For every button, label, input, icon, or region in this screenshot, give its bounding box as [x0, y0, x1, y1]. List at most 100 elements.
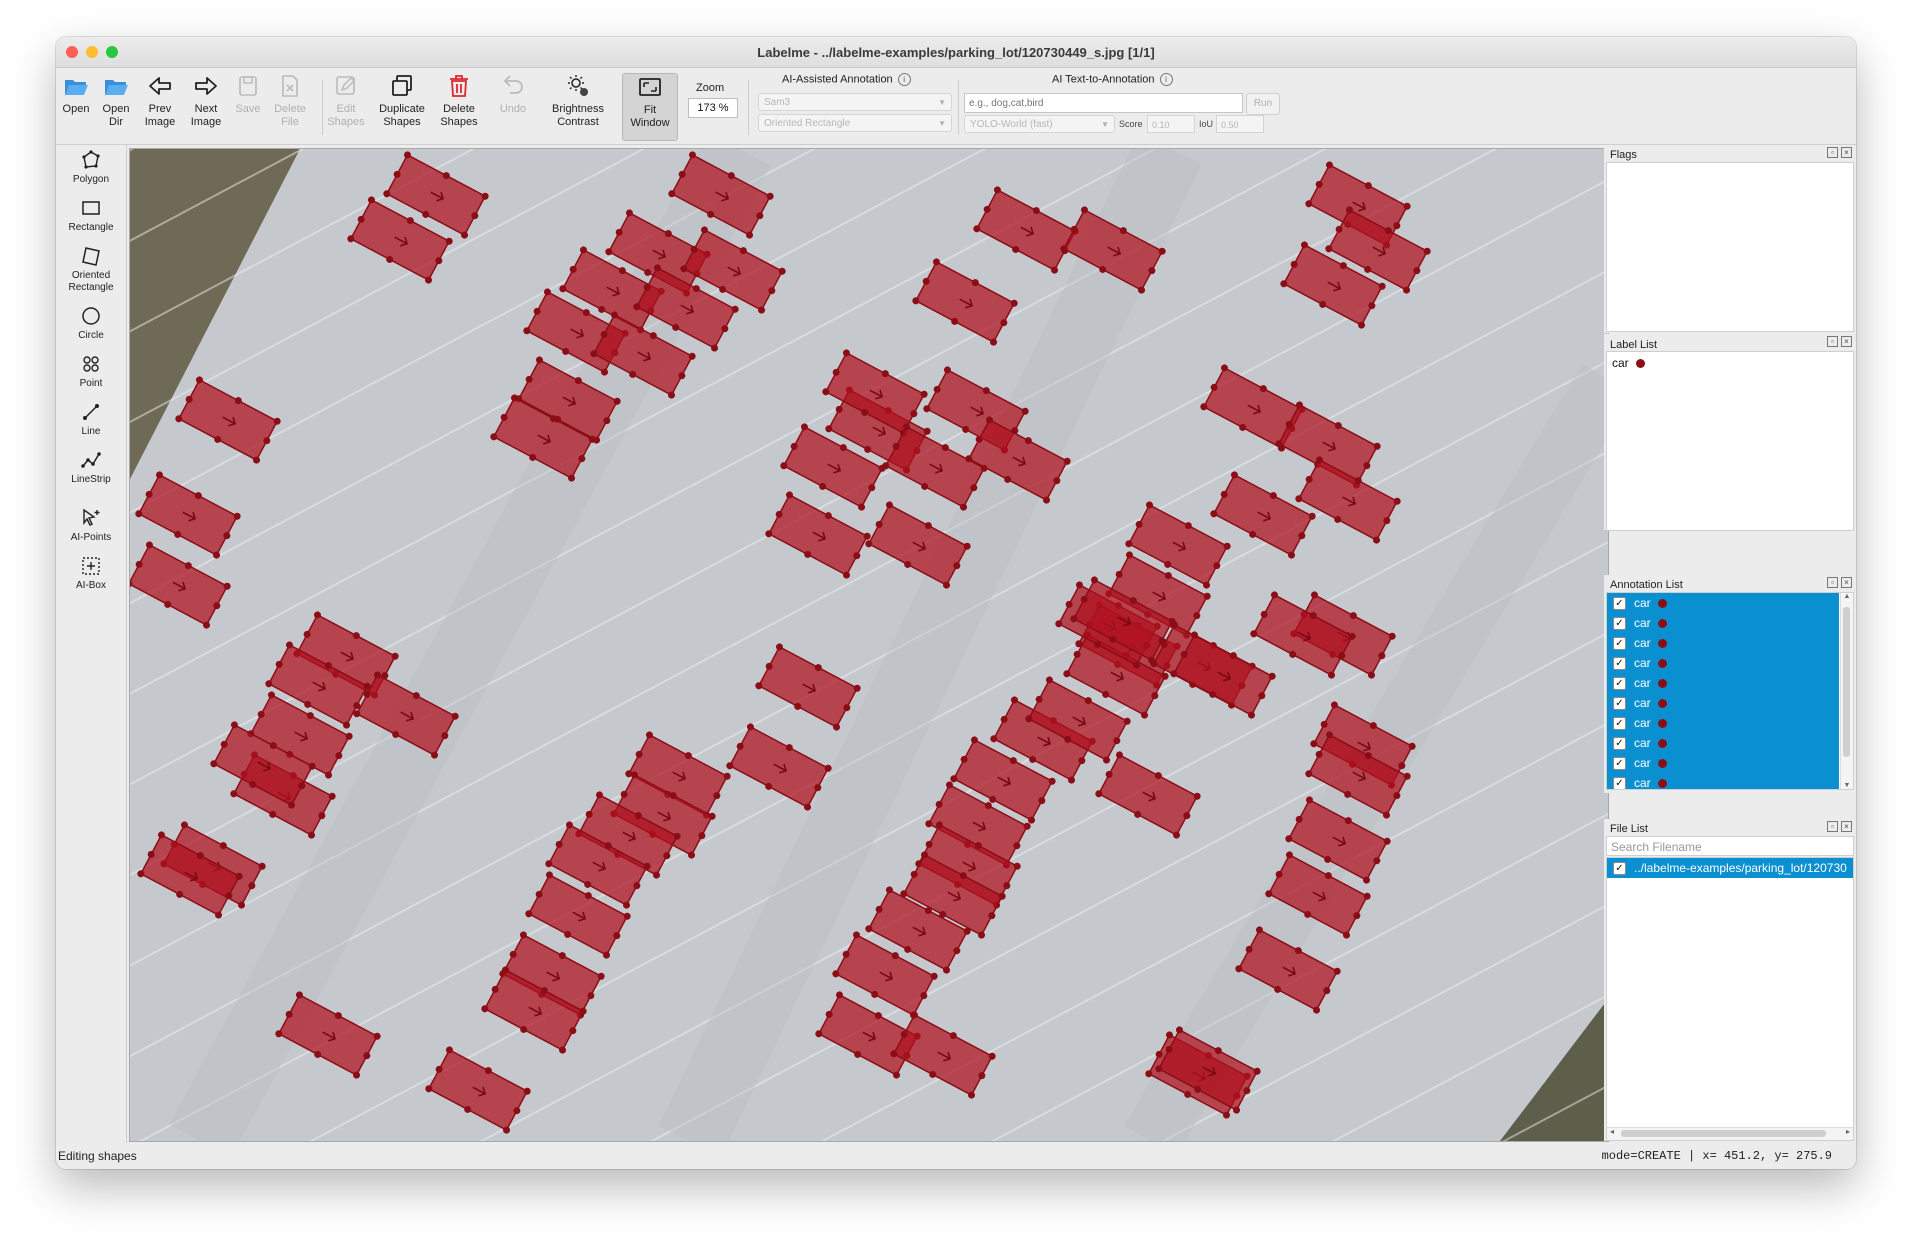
- edit-icon: [336, 76, 355, 95]
- annotation-checkbox[interactable]: ✓: [1613, 736, 1626, 750]
- point-tool[interactable]: Point: [56, 353, 126, 390]
- annotation-color-swatch: [1657, 618, 1667, 628]
- save-button[interactable]: Save: [230, 73, 266, 139]
- annotation-list[interactable]: ✓ car ✓ car ✓ car ✓ car ✓ car ✓ car ✓ car ✓ car ✓ car ✓ car…: [1606, 592, 1854, 790]
- file-list-hscrollbar[interactable]: ◂ ▸: [1607, 1127, 1853, 1140]
- line-tool[interactable]: Line: [56, 401, 126, 438]
- annotation-checkbox[interactable]: ✓: [1613, 636, 1626, 650]
- annotation-rows: ✓ car ✓ car ✓ car ✓ car ✓ car ✓ car ✓ car ✓ car ✓ car ✓ car: [1607, 593, 1839, 789]
- oriented-rectangle-icon: [82, 247, 100, 266]
- close-icon[interactable]: ×: [1841, 336, 1852, 347]
- annotation-item[interactable]: ✓ car: [1607, 633, 1839, 653]
- float-icon[interactable]: ▫: [1827, 821, 1838, 832]
- float-icon[interactable]: ▫: [1827, 577, 1838, 588]
- scroll-down-icon[interactable]: ▼: [1841, 782, 1853, 789]
- ai-shape-type-select[interactable]: Oriented Rectangle ▼: [758, 114, 952, 132]
- annotation-label: car: [1634, 636, 1651, 650]
- toolbar-separator: [322, 80, 323, 135]
- info-icon[interactable]: i: [1159, 73, 1173, 86]
- file-list-title: File List: [1610, 823, 1648, 835]
- delete-shapes-button[interactable]: Delete Shapes: [436, 73, 482, 139]
- toolbar-separator: [748, 80, 749, 135]
- annotation-item[interactable]: ✓ car: [1607, 773, 1839, 789]
- annotation-label: car: [1634, 736, 1651, 750]
- cursor-position: mode=CREATE | x= 451.2, y= 275.9: [1601, 1149, 1832, 1163]
- flags-title: Flags: [1610, 149, 1637, 161]
- dock-controls: ▫ ×: [1827, 577, 1852, 588]
- undo-button[interactable]: Undo: [496, 73, 530, 139]
- yolo-model-select[interactable]: YOLO-World (fast) ▼: [964, 115, 1115, 133]
- annotation-checkbox[interactable]: ✓: [1613, 616, 1626, 630]
- polygon-tool[interactable]: Polygon: [56, 149, 126, 186]
- scrollbar-thumb[interactable]: [1843, 607, 1850, 757]
- run-button[interactable]: Run: [1246, 93, 1280, 115]
- brightness-contrast-button[interactable]: Brightness Contrast: [548, 73, 608, 139]
- linestrip-tool[interactable]: LineStrip: [56, 449, 126, 486]
- label-item[interactable]: car: [1607, 352, 1853, 374]
- window-controls: [66, 46, 118, 58]
- duplicate-shapes-button[interactable]: Duplicate Shapes: [374, 73, 430, 139]
- annotation-checkbox[interactable]: ✓: [1613, 776, 1626, 789]
- scroll-right-icon[interactable]: ▸: [1846, 1127, 1850, 1136]
- annotation-checkbox[interactable]: ✓: [1613, 656, 1626, 670]
- parking-lot-image[interactable]: [130, 149, 1608, 1141]
- title-bar: Labelme - ../labelme-examples/parking_lo…: [56, 37, 1856, 68]
- scroll-left-icon[interactable]: ◂: [1610, 1127, 1614, 1136]
- point-icon: [83, 356, 99, 372]
- minimize-window-button[interactable]: [86, 46, 98, 58]
- ai-model-select[interactable]: Sam3 ▼: [758, 93, 952, 111]
- annotation-item[interactable]: ✓ car: [1607, 733, 1839, 753]
- zoom-window-button[interactable]: [106, 46, 118, 58]
- annotation-item[interactable]: ✓ car: [1607, 713, 1839, 733]
- text-prompt-input[interactable]: e.g., dog,cat,bird: [964, 93, 1243, 113]
- annotation-checkbox[interactable]: ✓: [1613, 756, 1626, 770]
- float-icon[interactable]: ▫: [1827, 336, 1838, 347]
- annotation-checkbox[interactable]: ✓: [1613, 696, 1626, 710]
- score-spinbox[interactable]: 0.10: [1147, 115, 1195, 133]
- label-list[interactable]: car: [1606, 351, 1854, 531]
- iou-spinbox[interactable]: 0.50: [1216, 115, 1264, 133]
- delete-file-icon: [282, 75, 298, 97]
- rectangle-tool[interactable]: Rectangle: [56, 197, 126, 234]
- edit-shapes-button[interactable]: Edit Shapes: [326, 73, 366, 139]
- file-list[interactable]: ✓ ../labelme-examples/parking_lot/120730…: [1606, 857, 1854, 1141]
- annotation-color-swatch: [1657, 758, 1667, 768]
- annotation-checkbox[interactable]: ✓: [1613, 596, 1626, 610]
- annotation-checkbox[interactable]: ✓: [1613, 676, 1626, 690]
- delete-file-button[interactable]: Delete File: [270, 73, 310, 139]
- annotation-item[interactable]: ✓ car: [1607, 753, 1839, 773]
- next-image-button[interactable]: Next Image: [186, 73, 226, 139]
- brightness-icon: [568, 75, 588, 96]
- annotation-item[interactable]: ✓ car: [1607, 693, 1839, 713]
- zoom-input[interactable]: 173 %: [688, 98, 738, 118]
- close-icon[interactable]: ×: [1841, 577, 1852, 588]
- file-search-input[interactable]: Search Filename: [1606, 836, 1854, 856]
- scrollbar-thumb[interactable]: [1621, 1130, 1826, 1137]
- circle-tool[interactable]: Circle: [56, 305, 126, 342]
- annotation-item[interactable]: ✓ car: [1607, 673, 1839, 693]
- annotation-checkbox[interactable]: ✓: [1613, 716, 1626, 730]
- close-window-button[interactable]: [66, 46, 78, 58]
- close-icon[interactable]: ×: [1841, 821, 1852, 832]
- file-checkbox[interactable]: ✓: [1613, 861, 1626, 875]
- open-button[interactable]: Open: [58, 73, 94, 139]
- flags-list[interactable]: [1606, 162, 1854, 332]
- annotation-item[interactable]: ✓ car: [1607, 653, 1839, 673]
- close-icon[interactable]: ×: [1841, 147, 1852, 158]
- file-list-item[interactable]: ✓ ../labelme-examples/parking_lot/120730: [1607, 858, 1853, 878]
- annotation-scrollbar[interactable]: ▲ ▼: [1840, 593, 1853, 789]
- annotation-item[interactable]: ✓ car: [1607, 593, 1839, 613]
- open-dir-button[interactable]: Open Dir: [96, 73, 136, 139]
- ai-points-tool[interactable]: AI-Points: [56, 507, 126, 544]
- prev-image-button[interactable]: Prev Image: [140, 73, 180, 139]
- float-icon[interactable]: ▫: [1827, 147, 1838, 158]
- fit-window-button[interactable]: Fit Window: [622, 73, 678, 141]
- oriented-rectangle-tool[interactable]: Oriented Rectangle: [56, 245, 126, 294]
- scroll-up-icon[interactable]: ▲: [1841, 593, 1853, 600]
- annotation-item[interactable]: ✓ car: [1607, 613, 1839, 633]
- tool-sidebar: Polygon Rectangle Oriented Rectangle Cir…: [56, 145, 127, 1143]
- image-canvas[interactable]: [129, 148, 1609, 1142]
- circle-label: Circle: [78, 330, 104, 341]
- ai-box-tool[interactable]: AI-Box: [56, 555, 126, 592]
- info-icon[interactable]: i: [897, 73, 911, 86]
